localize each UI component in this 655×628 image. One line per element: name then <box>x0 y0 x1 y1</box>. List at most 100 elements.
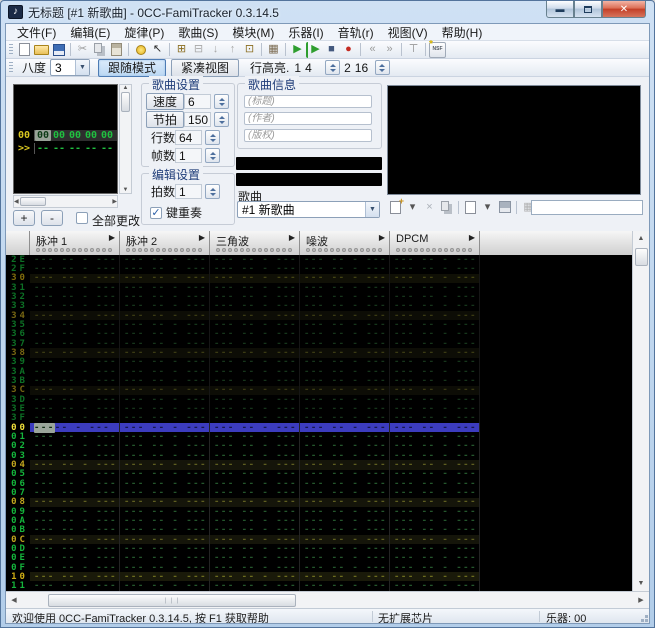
scroll-right-icon[interactable]: ▶ <box>633 596 649 604</box>
menu-item[interactable]: 文件(F) <box>10 24 63 41</box>
frame-cell[interactable]: 00 <box>51 130 67 141</box>
pattern-cell[interactable]: --- -- - --- <box>120 292 210 301</box>
pattern-cell[interactable]: --- -- - --- <box>210 479 300 488</box>
frame-cell[interactable]: 00 <box>83 130 99 141</box>
add-instrument-icon[interactable] <box>387 199 404 215</box>
pattern-cell[interactable]: --- -- - --- <box>390 283 480 292</box>
pattern-cell[interactable]: --- -- - --- <box>120 339 210 348</box>
pattern-cell[interactable]: --- -- - --- <box>120 470 210 479</box>
pattern-row[interactable]: 3B--- -- - ------ -- - ------ -- - -----… <box>6 376 632 385</box>
pattern-cell[interactable]: --- -- - --- <box>300 264 390 273</box>
pattern-cell[interactable]: --- -- - --- <box>120 526 210 535</box>
pattern-cell[interactable]: --- -- - --- <box>390 470 480 479</box>
pattern-editor[interactable]: 脉冲 1▶脉冲 2▶三角波▶噪波▶DPCM▶ 2E--- -- - ------… <box>6 231 649 608</box>
frame-add-button[interactable]: + <box>13 210 35 226</box>
pattern-cell[interactable]: --- -- - --- <box>30 255 120 264</box>
pattern-row[interactable]: 07--- -- - ------ -- - ------ -- - -----… <box>6 488 632 497</box>
pattern-row[interactable]: 32--- -- - ------ -- - ------ -- - -----… <box>6 292 632 301</box>
paste-icon[interactable] <box>108 42 125 58</box>
title-bar[interactable]: ♪ 无标题 [#1 新歌曲] - 0CC-FamiTracker 0.3.14.… <box>1 1 654 23</box>
pattern-cell[interactable]: --- -- - --- <box>120 320 210 329</box>
channel-header[interactable]: 三角波▶ <box>210 231 300 255</box>
pattern-cell[interactable]: --- -- - --- <box>30 442 120 451</box>
pattern-cell[interactable]: --- -- - --- <box>120 535 210 544</box>
pattern-cell[interactable]: --- -- - --- <box>300 470 390 479</box>
tempo-spinner[interactable] <box>214 112 229 127</box>
pattern-hscrollbar[interactable]: ◀ ❘❘❘ ▶ <box>6 591 649 608</box>
pattern-cell[interactable]: --- -- - --- <box>30 526 120 535</box>
pattern-cell[interactable]: --- -- - --- <box>390 563 480 572</box>
pattern-cell[interactable]: --- -- - --- <box>300 563 390 572</box>
pattern-cell[interactable]: --- -- - --- <box>390 507 480 516</box>
pattern-cell[interactable]: --- -- - --- <box>390 460 480 469</box>
pattern-cell[interactable]: --- -- - --- <box>300 432 390 441</box>
pattern-cell[interactable]: --- -- - --- <box>390 544 480 553</box>
pattern-cell[interactable]: --- -- - --- <box>300 386 390 395</box>
pattern-row[interactable]: 0D--- -- - ------ -- - ------ -- - -----… <box>6 544 632 553</box>
scrollbar-thumb[interactable] <box>20 197 46 206</box>
frame-cell[interactable]: -- <box>35 143 51 154</box>
rows-spinner[interactable] <box>205 130 220 145</box>
pattern-cell[interactable]: --- -- - --- <box>390 516 480 525</box>
menu-item[interactable]: 编辑(E) <box>63 24 117 41</box>
resize-grip[interactable] <box>645 619 648 622</box>
pattern-cell[interactable]: --- -- - --- <box>120 460 210 469</box>
pattern-cell[interactable]: --- -- - --- <box>120 516 210 525</box>
pattern-row[interactable]: 09--- -- - ------ -- - ------ -- - -----… <box>6 507 632 516</box>
prev-frame-icon[interactable]: « <box>364 42 381 58</box>
pattern-cell[interactable]: --- -- - --- <box>300 451 390 460</box>
pattern-cell[interactable]: --- -- - --- <box>390 264 480 273</box>
pattern-row[interactable]: 02--- -- - ------ -- - ------ -- - -----… <box>6 442 632 451</box>
pattern-cell[interactable]: --- -- - --- <box>120 395 210 404</box>
scroll-up-icon[interactable]: ▲ <box>638 231 645 246</box>
visualizer-display[interactable] <box>236 173 382 186</box>
chevron-down-icon[interactable]: ▼ <box>75 60 89 75</box>
pattern-cell[interactable]: --- -- - --- <box>390 488 480 497</box>
toolbar-grip[interactable] <box>9 62 13 74</box>
pattern-cell[interactable]: --- -- - --- <box>210 423 300 432</box>
pattern-cell[interactable]: --- -- - --- <box>390 311 480 320</box>
step-value[interactable]: 1 <box>175 184 202 199</box>
pattern-cell[interactable]: --- -- - --- <box>120 348 210 357</box>
pattern-cell[interactable]: --- -- - --- <box>300 507 390 516</box>
pattern-row[interactable]: 3F--- -- - ------ -- - ------ -- - -----… <box>6 414 632 423</box>
pattern-row[interactable]: 3E--- -- - ------ -- - ------ -- - -----… <box>6 404 632 413</box>
pattern-cell[interactable]: --- -- - --- <box>120 376 210 385</box>
frame-move-down-icon[interactable]: ↓ <box>207 42 224 58</box>
menu-item[interactable]: 音轨(r) <box>331 24 381 41</box>
copy-icon[interactable] <box>91 42 108 58</box>
pattern-cell[interactable]: --- -- - --- <box>210 348 300 357</box>
pattern-cell[interactable]: --- -- - --- <box>390 348 480 357</box>
pattern-cell[interactable]: --- -- - --- <box>210 358 300 367</box>
stop-icon[interactable]: ■ <box>323 42 340 58</box>
pattern-cell[interactable]: --- -- - --- <box>390 479 480 488</box>
pattern-row[interactable]: 2E--- -- - ------ -- - ------ -- - -----… <box>6 255 632 264</box>
channel-arrow-icon[interactable]: ▶ <box>379 233 385 242</box>
pattern-cell[interactable]: --- -- - --- <box>390 414 480 423</box>
pattern-cell[interactable]: --- -- - --- <box>30 423 120 432</box>
pattern-cell[interactable]: --- -- - --- <box>210 292 300 301</box>
pattern-cell[interactable]: --- -- - --- <box>300 572 390 581</box>
pattern-cell[interactable]: --- -- - --- <box>210 581 300 590</box>
pattern-cell[interactable]: --- -- - --- <box>390 581 480 590</box>
pattern-row[interactable]: 0E--- -- - ------ -- - ------ -- - -----… <box>6 554 632 563</box>
pattern-cell[interactable]: --- -- - --- <box>300 404 390 413</box>
pattern-cell[interactable]: --- -- - --- <box>300 320 390 329</box>
pattern-cell[interactable]: --- -- - --- <box>210 255 300 264</box>
pattern-cell[interactable]: --- -- - --- <box>30 348 120 357</box>
pattern-cell[interactable]: --- -- - --- <box>210 283 300 292</box>
pattern-cell[interactable]: --- -- - --- <box>390 320 480 329</box>
pattern-cell[interactable]: --- -- - --- <box>30 498 120 507</box>
edit-mode-icon[interactable] <box>132 42 149 58</box>
pattern-row[interactable]: 33--- -- - ------ -- - ------ -- - -----… <box>6 302 632 311</box>
remove-instrument-icon[interactable]: × <box>421 199 438 215</box>
frame-add-icon[interactable]: ⊞ <box>173 42 190 58</box>
pattern-cell[interactable]: --- -- - --- <box>30 283 120 292</box>
pattern-cell[interactable]: --- -- - --- <box>120 432 210 441</box>
pattern-cell[interactable]: --- -- - --- <box>210 507 300 516</box>
pattern-cell[interactable]: --- -- - --- <box>120 507 210 516</box>
pattern-cell[interactable]: --- -- - --- <box>120 498 210 507</box>
play-pattern-icon[interactable]: ▶ <box>306 42 323 58</box>
pattern-cell[interactable]: --- -- - --- <box>390 255 480 264</box>
pattern-cell[interactable]: --- -- - --- <box>210 554 300 563</box>
